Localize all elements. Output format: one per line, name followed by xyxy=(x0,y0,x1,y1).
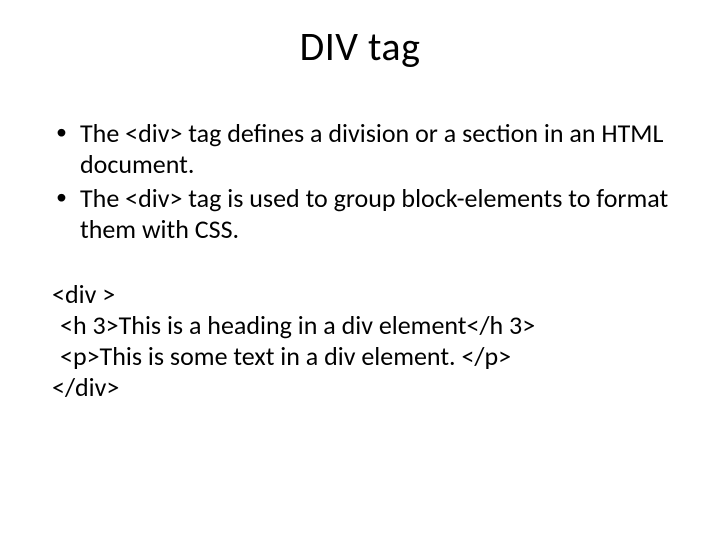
bullet-item: The <div> tag is used to group block-ele… xyxy=(52,183,672,244)
bullet-item: The <div> tag defines a division or a se… xyxy=(52,118,672,179)
code-line: </div> xyxy=(52,372,672,403)
slide: DIV tag The <div> tag defines a division… xyxy=(0,0,720,540)
code-example: <div > <h 3>This is a heading in a div e… xyxy=(52,279,672,404)
slide-title: DIV tag xyxy=(0,22,720,71)
code-line: <p>This is some text in a div element. <… xyxy=(52,341,672,372)
code-line: <h 3>This is a heading in a div element<… xyxy=(52,310,672,341)
bullet-list: The <div> tag defines a division or a se… xyxy=(52,118,672,245)
code-line: <div > xyxy=(52,279,672,310)
slide-body: The <div> tag defines a division or a se… xyxy=(52,118,672,403)
